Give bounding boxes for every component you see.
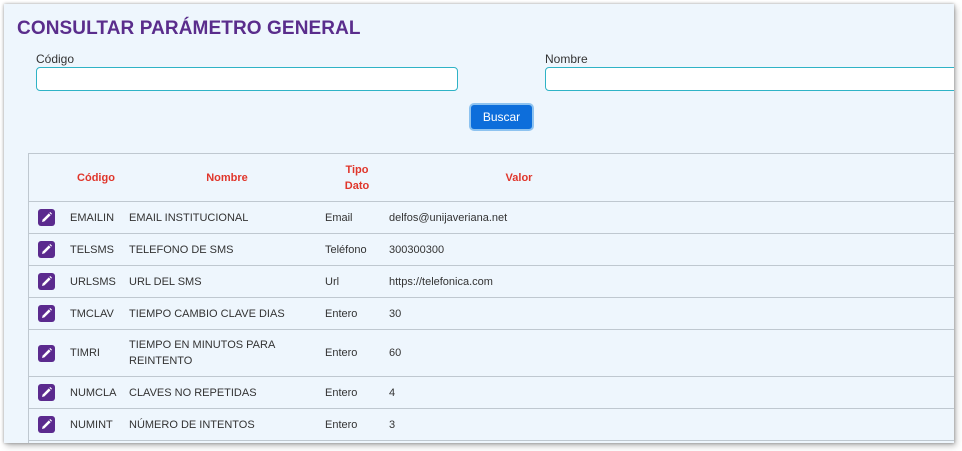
cell-tipo: Entero — [325, 297, 389, 330]
cell-nombre: NÚMERO DE INTENTOS — [129, 408, 325, 441]
cell-tipo: Entero — [325, 329, 389, 377]
edit-button[interactable] — [37, 416, 55, 433]
cell-tipo: Email — [325, 201, 389, 234]
pencil-icon — [41, 276, 52, 286]
pencil-icon — [41, 244, 52, 254]
cell-nombre: TIEMPO CAMBIO CLAVE DIAS — [129, 297, 325, 330]
header-actions — [29, 154, 63, 202]
codigo-label: Código — [36, 52, 75, 66]
cell-nombre-text: EMAIL INSTITUCIONAL — [129, 211, 249, 224]
cell-nombre: URL DEL SMS — [129, 265, 325, 298]
cell-nombre-text: TIEMPO CAMBIO CLAVE DIAS — [129, 307, 285, 320]
header-nombre[interactable]: Nombre — [129, 154, 325, 202]
pencil-icon — [41, 387, 52, 397]
edit-button[interactable] — [37, 344, 55, 362]
header-tipo-dato[interactable]: Tipo Dato — [325, 154, 389, 202]
table-header-row: Código Nombre Tipo Dato Valor — [29, 154, 954, 202]
pencil-icon — [41, 419, 52, 429]
cell-valor: 3 — [389, 408, 954, 441]
cell-valor: 60 — [389, 329, 954, 377]
cell-valor: 30 — [389, 297, 954, 330]
nombre-input[interactable] — [545, 67, 954, 91]
table-row: NUMINT NÚMERO DE INTENTOS Entero 3 — [29, 408, 954, 441]
cell-valor: https://telefonica.com — [389, 265, 954, 298]
edit-button[interactable] — [37, 209, 55, 226]
cell-valor: delfos@unijaveriana.net — [389, 201, 954, 234]
cell-nombre-text: TIEMPO EN MINUTOS PARA REINTENTO — [129, 339, 275, 367]
header-codigo[interactable]: Código — [63, 154, 129, 202]
table-row: URLSMS URL DEL SMS Url https://telefonic… — [29, 265, 954, 298]
table-row: NUMCLA CLAVES NO REPETIDAS Entero 4 — [29, 376, 954, 409]
results-table: Código Nombre Tipo Dato Valor EMAILIN EM… — [28, 153, 954, 443]
cell-tipo: Teléfono — [325, 233, 389, 266]
cell-nombre-text: TELEFONO DE SMS — [129, 243, 234, 256]
cell-nombre: CLAVES NO REPETIDAS — [129, 376, 325, 409]
table-row: TIMRI TIEMPO EN MINUTOS PARA REINTENTO E… — [29, 329, 954, 377]
cell-codigo: URLSMS — [63, 265, 129, 298]
cell-tipo: Url — [325, 265, 389, 298]
pencil-icon — [41, 347, 52, 358]
cell-codigo: NUMINT — [63, 408, 129, 441]
cell-nombre-text: URL DEL SMS — [129, 275, 202, 288]
nombre-label: Nombre — [545, 52, 588, 66]
cell-nombre: TELEFONO DE SMS — [129, 233, 325, 266]
cell-tipo: Entero — [325, 376, 389, 409]
edit-button[interactable] — [37, 384, 55, 401]
cell-codigo: NUMCLA — [63, 376, 129, 409]
cell-tipo: Entero — [325, 408, 389, 441]
table-row: TMCLAV TIEMPO CAMBIO CLAVE DIAS Entero 3… — [29, 297, 954, 330]
cell-codigo: TMCLAV — [63, 297, 129, 330]
header-valor[interactable]: Valor — [389, 154, 954, 202]
cell-nombre-text: NÚMERO DE INTENTOS — [129, 418, 255, 431]
header-tipo-line2: Dato — [344, 179, 370, 192]
cell-nombre: EMAIL INSTITUCIONAL — [129, 201, 325, 234]
edit-button[interactable] — [37, 241, 55, 258]
search-button[interactable]: Buscar — [471, 105, 532, 129]
table-row: EMAILIN EMAIL INSTITUCIONAL Email delfos… — [29, 201, 954, 234]
page-title: CONSULTAR PARÁMETRO GENERAL — [17, 18, 361, 39]
edit-button[interactable] — [37, 273, 55, 290]
app-window: CONSULTAR PARÁMETRO GENERAL Código Nombr… — [4, 4, 954, 443]
pencil-icon — [41, 308, 52, 318]
cell-codigo: TIMRI — [63, 329, 129, 377]
cell-nombre-text: CLAVES NO REPETIDAS — [129, 386, 257, 399]
pencil-icon — [41, 212, 52, 222]
cell-nombre: TIEMPO EN MINUTOS PARA REINTENTO — [129, 329, 325, 377]
cell-valor: 4 — [389, 376, 954, 409]
header-tipo-line1: Tipo — [345, 163, 369, 176]
cell-codigo: TELSMS — [63, 233, 129, 266]
cell-codigo: EMAILIN — [63, 201, 129, 234]
cell-valor: 300300300 — [389, 233, 954, 266]
table-row: TELSMS TELEFONO DE SMS Teléfono 30030030… — [29, 233, 954, 266]
edit-button[interactable] — [37, 305, 55, 322]
codigo-input[interactable] — [36, 67, 458, 91]
